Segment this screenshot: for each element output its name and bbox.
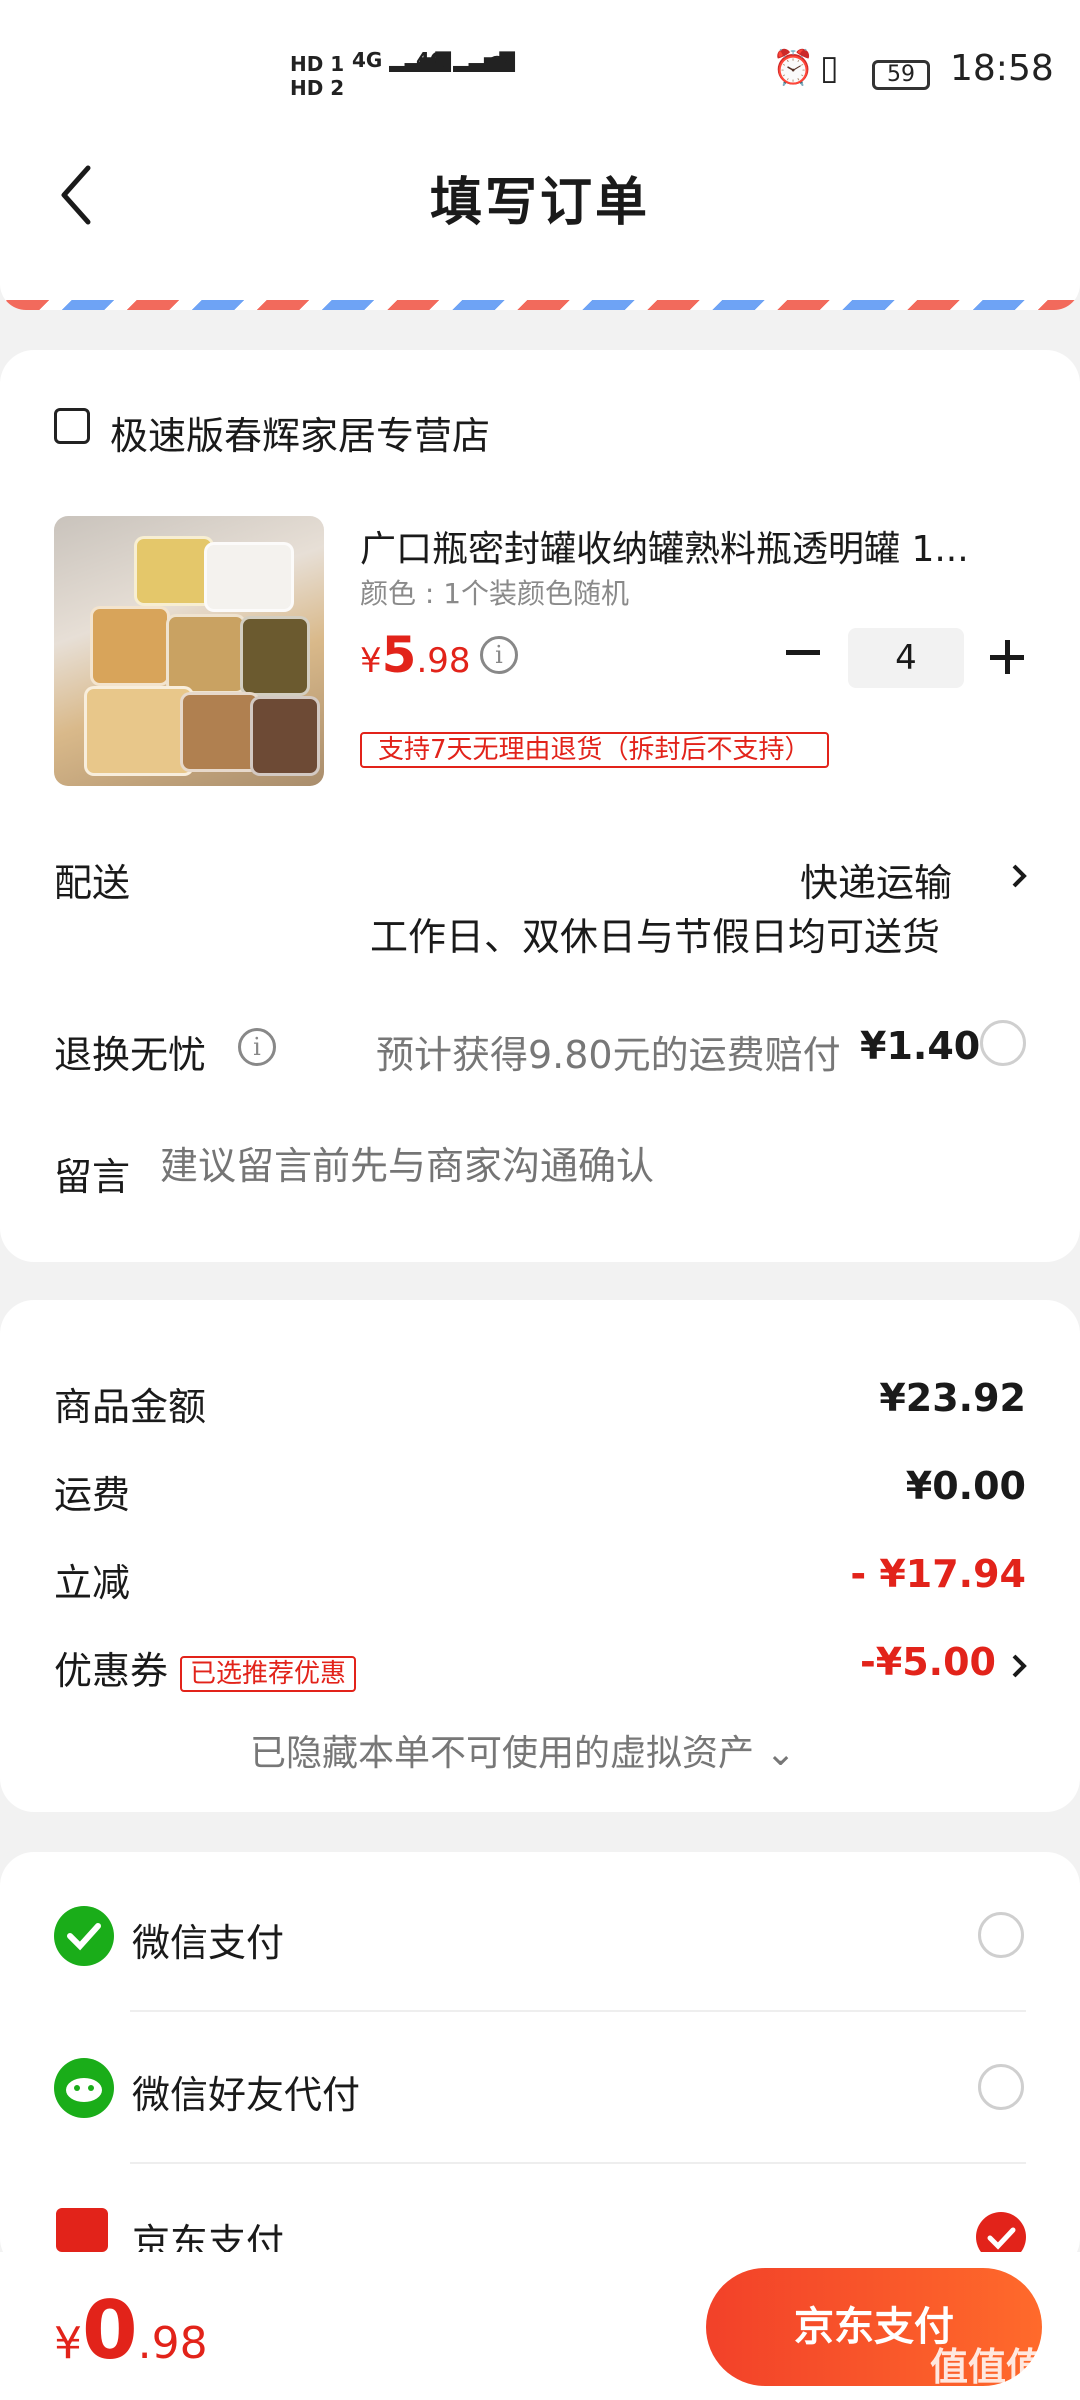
freight-value: ¥0.00 (905, 1464, 1026, 1508)
delivery-method[interactable]: 快递运输 (800, 852, 952, 907)
return-worry-desc: 预计获得9.80元的运费赔付 (376, 1033, 841, 1077)
chevron-down-icon: ⌄ (765, 1733, 796, 1774)
quantity-stepper[interactable]: 4 (848, 628, 964, 688)
divider (130, 2010, 1026, 2012)
message-label: 留言 (54, 1155, 131, 1199)
wifi-icon: ◠ (484, 48, 511, 83)
total-price: ¥0.98 (54, 2284, 208, 2377)
chevron-right-icon[interactable] (1010, 862, 1030, 890)
return-worry-label: 退换无忧 (54, 1033, 207, 1077)
hidden-assets-toggle[interactable]: 已隐藏本单不可使用的虚拟资产 ⌄ (250, 1724, 796, 1776)
delivery-note: 工作日、双休日与节假日均可送货 (370, 915, 941, 959)
header: HD 1 HD 2 4G ▂▃▅▇ 4G ▂▃▅▇ ◠ ⏰ ▯ 59 18:58… (0, 0, 1080, 310)
payment-option-label[interactable]: 微信支付 (132, 1912, 284, 1967)
vibrate-icon: ▯ (820, 48, 839, 88)
goods-amount-label: 商品金额 (54, 1385, 207, 1429)
wechat-pay-icon (54, 1906, 114, 1966)
goods-amount-row: 商品金额 ¥23.92 (54, 1376, 1026, 1431)
freight-label: 运费 (54, 1473, 131, 1517)
discount-row: 立减 - ¥17.94 (54, 1552, 1026, 1607)
product-price: ¥5.98 (360, 626, 471, 684)
decrease-quantity-button[interactable] (786, 650, 820, 655)
coupon-chevron-icon[interactable] (1010, 1652, 1030, 1680)
product-spec: 颜色 : 1个装颜色随机 (360, 577, 630, 610)
freight-row: 运费 ¥0.00 (54, 1464, 1026, 1519)
order-item-card (0, 350, 1080, 1262)
increase-quantity-button[interactable] (990, 640, 1024, 674)
delivery-label: 配送 (54, 861, 131, 905)
message-input[interactable] (160, 1136, 1020, 1196)
wechat-friend-pay-icon (54, 2058, 114, 2118)
store-icon (54, 408, 90, 444)
discount-label: 立减 (54, 1561, 131, 1605)
return-worry-price: ¥1.40 (860, 1024, 981, 1068)
divider (130, 2162, 1026, 2164)
sim-indicator: HD 1 HD 2 (290, 52, 344, 100)
coupon-row[interactable]: 优惠券 已选推荐优惠 -¥5.00 (54, 1640, 1026, 1695)
airmail-stripe (0, 300, 1080, 310)
price-info-icon[interactable]: i (480, 636, 518, 674)
sim1-label: HD 1 (290, 52, 345, 76)
watermark-logo: 值值值 (930, 2345, 1045, 2389)
page-title: 填写订单 (429, 173, 650, 233)
hidden-assets-label: 已隐藏本单不可使用的虚拟资产 (250, 1733, 755, 1774)
return-worry-toggle[interactable] (980, 1020, 1026, 1066)
coupon-tag: 已选推荐优惠 (180, 1655, 357, 1692)
store-name[interactable]: 极速版春辉家居专营店 (110, 405, 490, 460)
wechat-friend-pay-radio[interactable] (978, 2064, 1024, 2110)
sim2-label: HD 2 (290, 76, 345, 100)
jd-pay-icon (56, 2208, 108, 2252)
return-worry-info-icon[interactable]: i (238, 1028, 276, 1066)
payment-option-label[interactable]: 微信好友代付 (132, 2064, 360, 2119)
coupon-label: 优惠券 (54, 1649, 169, 1693)
discount-value: - ¥17.94 (850, 1552, 1026, 1596)
goods-amount-value: ¥23.92 (879, 1376, 1026, 1420)
alarm-icon: ⏰ (772, 48, 815, 88)
clock: 18:58 (950, 48, 1054, 89)
wechat-pay-radio[interactable] (978, 1912, 1024, 1958)
product-image[interactable] (54, 516, 324, 786)
return-policy-tag: 支持7天无理由退货（拆封后不支持） (360, 732, 829, 768)
product-title[interactable]: 广口瓶密封罐收纳罐熟料瓶透明罐 1... (360, 520, 1020, 572)
battery-icon: 59 (872, 60, 930, 90)
coupon-value: -¥5.00 (860, 1640, 996, 1684)
